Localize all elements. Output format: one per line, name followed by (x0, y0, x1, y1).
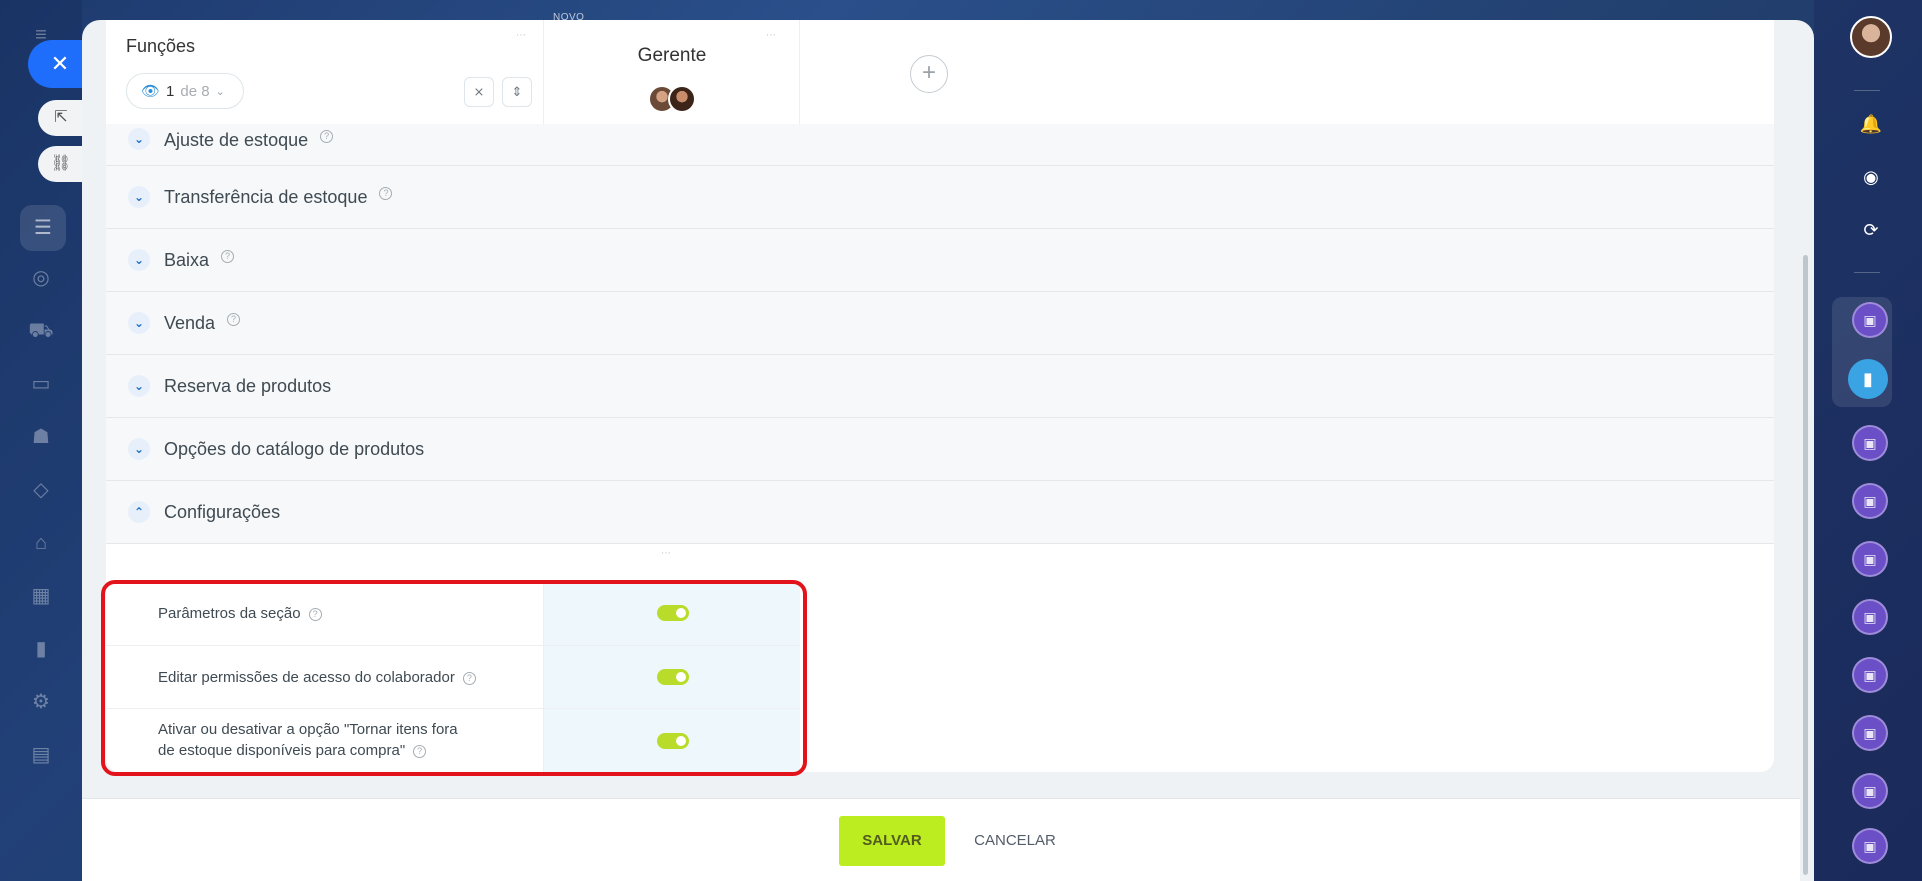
chevron-down-icon[interactable]: ⌄ (128, 312, 150, 334)
document-icon[interactable]: ▤ (28, 742, 54, 768)
help-icon[interactable]: ? (320, 130, 334, 143)
footer-bar: SALVAR CANCELAR (82, 798, 1800, 881)
section-label: Opções do catálogo de produtos (164, 439, 425, 459)
scrollbar[interactable] (1803, 255, 1808, 875)
permissions-card: Funções ⋯ 👁 1 de 8 ⌄ ⨯ ⇕ ⋯ Gerente + ⌄ A… (106, 20, 1774, 772)
chevron-down-icon[interactable]: ⌄ (128, 249, 150, 271)
eye-icon: 👁 (141, 83, 161, 100)
toggle-switch[interactable] (657, 669, 689, 685)
card-icon[interactable]: ▭ (28, 371, 54, 397)
section-label: Configurações (164, 502, 281, 522)
chat-bubble[interactable]: ▣ (1852, 715, 1888, 751)
warehouse-icon[interactable]: ⌂ (28, 530, 54, 556)
chat-bubble[interactable]: ▣ (1852, 773, 1888, 809)
toggle-switch[interactable] (657, 733, 689, 749)
settings-spacer: ⋯ (106, 544, 1774, 582)
roles-pager[interactable]: 👁 1 de 8 ⌄ (126, 73, 244, 109)
section-row[interactable]: ⌃ Configurações (106, 481, 1774, 544)
cancel-button[interactable]: CANCELAR (965, 816, 1065, 866)
sync-icon[interactable]: ⟳ (1854, 213, 1888, 247)
chat-bubble[interactable]: ▣ (1852, 828, 1888, 864)
section-label: Ajuste de estoque? (164, 130, 334, 151)
help-icon[interactable]: ? (308, 607, 322, 621)
table-header: Funções ⋯ 👁 1 de 8 ⌄ ⨯ ⇕ ⋯ Gerente + (106, 20, 1774, 124)
help-icon[interactable]: ? (413, 744, 427, 758)
table-row: Parâmetros da seção? (106, 582, 800, 645)
chevron-down-icon: ⌄ (215, 85, 225, 98)
expand-all-button[interactable]: ⇕ (502, 77, 532, 107)
toggle-switch[interactable] (657, 605, 689, 621)
avatar (668, 85, 696, 113)
copilot-icon[interactable]: ◉ (1854, 160, 1888, 194)
chat-bubble[interactable]: ▣ (1852, 657, 1888, 693)
functions-column-header: Funções ⋯ 👁 1 de 8 ⌄ ⨯ ⇕ (106, 20, 544, 124)
chat-bubble[interactable]: ▣ (1852, 599, 1888, 635)
functions-title: Funções (126, 36, 196, 56)
close-icon: ✕ (50, 51, 70, 76)
calendar-icon[interactable]: ▦ (28, 583, 54, 609)
help-icon[interactable]: ? (462, 671, 476, 685)
setting-label: Ativar ou desativar a opção "Tornar iten… (158, 721, 458, 759)
pager-current: 1 (166, 82, 175, 100)
section-label: Venda? (164, 313, 241, 334)
robot-icon[interactable]: ☗ (28, 424, 54, 450)
save-button[interactable]: SALVAR (839, 816, 945, 866)
add-role-button[interactable]: + (910, 55, 948, 93)
column-drag-handle[interactable]: ⋯ (516, 30, 527, 41)
target-icon[interactable]: ◎ (28, 265, 54, 291)
section-row[interactable]: ⌄ Baixa? (106, 229, 1774, 292)
column-drag-handle[interactable]: ⋯ (661, 548, 672, 559)
section-label: Baixa? (164, 250, 235, 271)
chat-bubble[interactable]: ▣ (1852, 541, 1888, 577)
chevron-down-icon[interactable]: ⌄ (128, 186, 150, 208)
right-sidebar: 🔔 ◉ ⟳ ▣ ▮ ▣ ▣ ▣ ▣ ▣ ▣ ▣ ▣ (1814, 0, 1922, 881)
user-avatar[interactable] (1850, 16, 1892, 58)
section-row[interactable]: ⌄ Reserva de produtos (106, 355, 1774, 418)
permissions-panel: Funções ⋯ 👁 1 de 8 ⌄ ⨯ ⇕ ⋯ Gerente + ⌄ A… (82, 20, 1814, 881)
help-icon[interactable]: ? (227, 313, 241, 326)
section-label: Transferência de estoque? (164, 187, 393, 208)
help-icon[interactable]: ? (379, 187, 393, 200)
cart-icon[interactable]: ⛟ (28, 318, 54, 344)
setting-label: Parâmetros da seção? (158, 603, 518, 624)
column-drag-handle[interactable]: ⋯ (766, 30, 777, 41)
collapse-icon: ⨯ (473, 84, 485, 99)
chart-icon[interactable]: ▮ (28, 636, 54, 662)
section-label: Reserva de produtos (164, 376, 332, 396)
pager-total: de 8 (180, 82, 210, 100)
link-icon: ⛓ (50, 155, 72, 172)
expand-icon: ⇕ (511, 84, 523, 99)
filter-icon[interactable]: ☰ (20, 205, 66, 251)
section-row[interactable]: ⌄ Venda? (106, 292, 1774, 355)
role-column-header[interactable]: ⋯ Gerente (544, 20, 800, 124)
chat-bubble[interactable]: ▣ (1852, 483, 1888, 519)
chevron-down-icon[interactable]: ⌄ (128, 438, 150, 460)
box-icon[interactable]: ◇ (28, 477, 54, 503)
section-row[interactable]: ⌄ Transferência de estoque? (106, 166, 1774, 229)
table-row: Ativar ou desativar a opção "Tornar iten… (106, 708, 800, 772)
bookmark-icon[interactable]: ▮ (1848, 359, 1888, 399)
close-slider-button[interactable]: ✕ (28, 40, 86, 88)
settings-icon[interactable]: ⚙ (28, 689, 54, 715)
collapse-all-button[interactable]: ⨯ (464, 77, 494, 107)
open-in-new-window-button[interactable]: ⇱ (38, 100, 84, 136)
setting-label: Editar permissões de acesso do colaborad… (158, 667, 518, 688)
external-link-icon: ⇱ (54, 109, 68, 126)
chevron-down-icon[interactable]: ⌄ (128, 375, 150, 397)
chat-bubble[interactable]: ▣ (1852, 425, 1888, 461)
help-icon[interactable]: ? (221, 250, 235, 263)
section-row[interactable]: ⌄ Opções do catálogo de produtos (106, 418, 1774, 481)
copy-link-button[interactable]: ⛓ (38, 146, 84, 182)
chevron-down-icon[interactable]: ⌄ (128, 128, 150, 150)
settings-permissions: Parâmetros da seção? Editar permissões d… (106, 582, 1774, 772)
chat-bubble[interactable]: ▣ (1852, 302, 1888, 338)
bell-icon[interactable]: 🔔 (1854, 107, 1888, 141)
chevron-up-icon[interactable]: ⌃ (128, 501, 150, 523)
section-row[interactable]: ⌄ Ajuste de estoque? (106, 124, 1774, 166)
table-row: Editar permissões de acesso do colaborad… (106, 645, 800, 708)
role-name: Gerente (637, 45, 707, 66)
